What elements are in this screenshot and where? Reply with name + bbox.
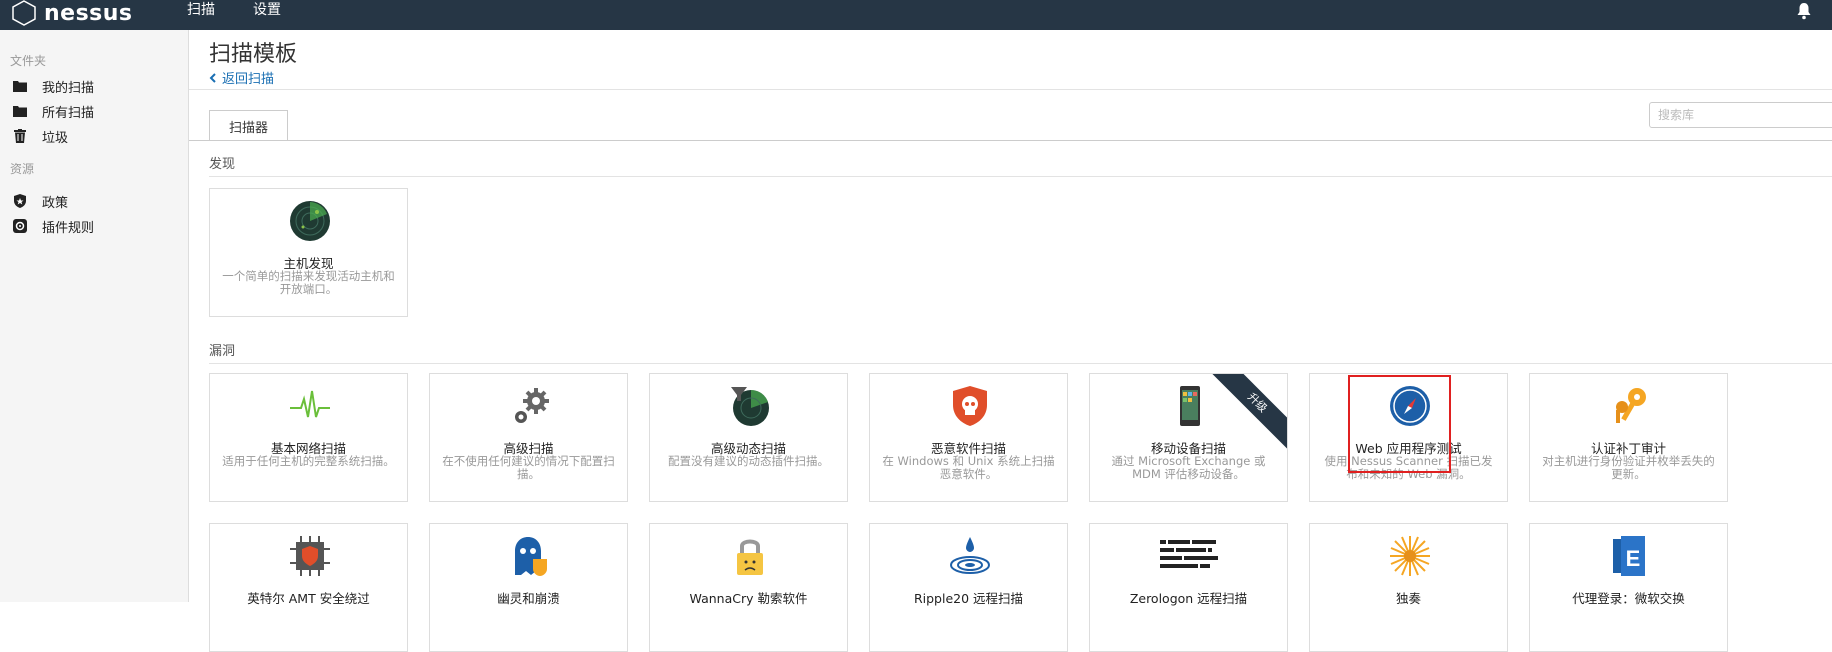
folder-icon	[12, 78, 28, 94]
section-discovery-label: 发现	[209, 157, 236, 172]
template-card-basic-network-scan[interactable]: 基本网络扫描 适用于任何主机的完整系统扫描。	[209, 373, 408, 502]
skull-shield-icon	[949, 385, 991, 427]
card-description: 一个简单的扫描来发现活动主机和开放端口。	[222, 269, 395, 296]
template-card-solorigate[interactable]: 独奏	[1309, 523, 1508, 652]
search-input[interactable]	[1649, 102, 1832, 128]
divider	[209, 363, 1832, 364]
chevron-left-icon	[209, 72, 216, 83]
card-description: 对主机进行身份验证并枚举丢失的更新。	[1542, 454, 1715, 481]
template-card-ripple20[interactable]: Ripple20 远程扫描	[869, 523, 1068, 652]
sidebar: 文件夹 我的扫描 所有扫描 垃圾 资源 政策 插件规则	[0, 30, 189, 602]
template-card-mobile-device-scan[interactable]: 升级 移动设备扫描 通过 Microsoft Exchange 或 MDM 评估…	[1089, 373, 1288, 502]
mobile-phone-icon	[1169, 385, 1211, 427]
template-card-wannacry[interactable]: WannaCry 勒索软件	[649, 523, 848, 652]
logo-text: nessus	[44, 0, 133, 26]
card-title: 英特尔 AMT 安全绕过	[247, 591, 370, 606]
exchange-icon: E	[1609, 535, 1651, 577]
sidebar-item-label: 政策	[42, 195, 69, 211]
card-description: 在不使用任何建议的情况下配置扫描。	[442, 454, 615, 481]
sidebar-item-label: 我的扫描	[42, 80, 95, 96]
card-description: 通过 Microsoft Exchange 或 MDM 评估移动设备。	[1111, 454, 1266, 481]
nav-scans[interactable]: 扫描	[187, 0, 215, 30]
ripple-drop-icon	[949, 535, 991, 577]
sidebar-item-plugin-rules[interactable]: 插件规则	[0, 213, 188, 239]
folder-icon	[12, 103, 28, 119]
sidebar-item-label: 垃圾	[42, 130, 69, 146]
card-description: 适用于任何主机的完整系统扫描。	[222, 454, 395, 468]
ghost-icon	[509, 535, 551, 577]
back-to-scans-link[interactable]: 返回扫描	[209, 68, 274, 87]
template-card-host-discovery[interactable]: 主机发现 一个简单的扫描来发现活动主机和开放端口。	[209, 188, 408, 317]
main-content: 扫描模板 返回扫描 扫描器 发现 主机发现 一个简单的扫描来发现活动主机和开放端…	[189, 30, 1832, 652]
divider	[209, 176, 1832, 177]
card-description: 在 Windows 和 Unix 系统上扫描恶意软件。	[882, 454, 1055, 481]
card-title: Zerologon 远程扫描	[1129, 591, 1248, 606]
svg-text:E: E	[1626, 546, 1641, 571]
sidebar-item-trash[interactable]: 垃圾	[0, 123, 188, 149]
template-card-proxylogon[interactable]: E 代理登录：微软交换	[1529, 523, 1728, 652]
sidebar-item-my-scans[interactable]: 我的扫描	[0, 73, 188, 99]
selection-highlight-box	[1348, 375, 1451, 473]
template-card-zerologon[interactable]: Zerologon 远程扫描	[1089, 523, 1288, 652]
sidebar-item-label: 所有扫描	[42, 105, 95, 121]
template-card-intel-amt[interactable]: 英特尔 AMT 安全绕过	[209, 523, 408, 652]
divider	[189, 89, 1832, 90]
shield-icon	[12, 193, 28, 209]
nessus-logo[interactable]: nessus	[10, 0, 133, 28]
plugin-icon	[12, 218, 28, 234]
template-card-advanced-dynamic-scan[interactable]: 高级动态扫描 配置没有建议的动态插件扫描。	[649, 373, 848, 502]
template-card-credentialed-patch-audit[interactable]: 认证补丁审计 对主机进行身份验证并枚举丢失的更新。	[1529, 373, 1728, 502]
nav-settings[interactable]: 设置	[253, 0, 281, 30]
back-link-label: 返回扫描	[222, 72, 275, 87]
hexagon-logo-icon	[12, 0, 36, 26]
keys-icon	[1609, 385, 1651, 427]
card-title: WannaCry 勒索软件	[689, 591, 808, 606]
card-title: 独奏	[1395, 591, 1421, 606]
folders-header: 文件夹	[10, 54, 47, 68]
template-card-malware-scan[interactable]: 恶意软件扫描 在 Windows 和 Unix 系统上扫描恶意软件。	[869, 373, 1068, 502]
tab-underline	[189, 140, 1832, 141]
card-title: 代理登录：微软交换	[1572, 591, 1685, 606]
sidebar-item-all-scans[interactable]: 所有扫描	[0, 98, 188, 124]
template-card-spectre-meltdown[interactable]: 幽灵和崩溃	[429, 523, 628, 652]
radar-filter-icon	[729, 385, 771, 427]
resources-header: 资源	[10, 162, 35, 176]
pulse-icon	[289, 385, 331, 427]
binary-text-icon	[1160, 535, 1220, 577]
notification-bell-icon[interactable]	[1796, 2, 1812, 24]
card-title: Ripple20 远程扫描	[913, 591, 1024, 606]
sidebar-item-label: 插件规则	[42, 220, 95, 236]
page-title: 扫描模板	[209, 42, 298, 67]
trash-icon	[12, 128, 28, 144]
template-card-advanced-scan[interactable]: 高级扫描 在不使用任何建议的情况下配置扫描。	[429, 373, 628, 502]
chip-shield-icon	[289, 535, 331, 577]
sidebar-item-policies[interactable]: 政策	[0, 188, 188, 214]
sunburst-icon	[1389, 535, 1431, 577]
padlock-icon	[729, 535, 771, 577]
section-vulnerabilities-label: 漏洞	[209, 344, 236, 359]
tab-scanners[interactable]: 扫描器	[209, 110, 288, 141]
gears-icon	[509, 385, 551, 427]
card-description: 配置没有建议的动态插件扫描。	[668, 454, 829, 468]
radar-icon	[289, 200, 331, 242]
top-navigation-bar: nessus 扫描 设置	[0, 0, 1832, 30]
card-title: 幽灵和崩溃	[497, 591, 560, 606]
